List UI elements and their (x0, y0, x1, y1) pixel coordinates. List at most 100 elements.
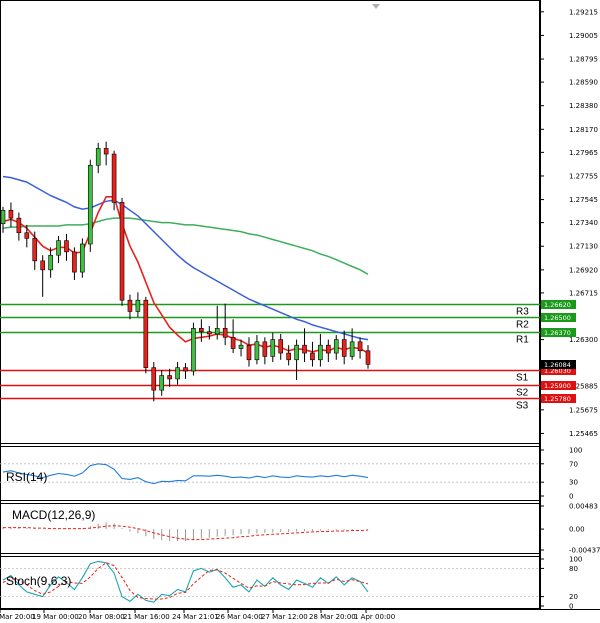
macd-tick-label: 0.00483 (569, 503, 598, 511)
price-tick-label: 1.25465 (569, 430, 598, 438)
price-tick-label: 1.28170 (569, 126, 598, 134)
candle (0, 206, 6, 233)
candle-body (349, 341, 355, 357)
candle-body (111, 153, 117, 203)
candle-body (151, 367, 157, 391)
candle-body (341, 339, 347, 357)
candle-body (8, 209, 14, 219)
candle-body (278, 339, 284, 354)
candle-body (357, 341, 363, 352)
time-tick-label: 24 Mar 21:01 (172, 613, 219, 621)
candle-body (40, 260, 45, 271)
time-tick-label: 20 Mar 08:00 (78, 613, 125, 621)
candle (286, 345, 291, 366)
price-tick-label: 1.27130 (569, 243, 598, 251)
stoch-label: Stoch(9,6,3) (6, 574, 71, 588)
candle-body (143, 299, 149, 368)
candle (357, 337, 363, 359)
candle-body (365, 350, 371, 365)
candle (151, 362, 157, 402)
candle (80, 238, 85, 278)
candle (246, 337, 252, 367)
candle-body (214, 328, 220, 335)
level-price-tag-text: 1.25900 (544, 382, 571, 390)
stoch-tick-label: 20 (569, 593, 578, 601)
candle-body (175, 367, 180, 380)
candle-body (230, 337, 236, 349)
candle (207, 326, 212, 340)
candle (72, 247, 77, 280)
candle-body (135, 299, 141, 312)
candle (143, 296, 149, 374)
candle (333, 335, 339, 360)
candle-body (199, 328, 204, 332)
ma-slow-line (2, 175, 369, 341)
candle (16, 212, 22, 241)
candle-body (310, 352, 315, 361)
macd-tick-label: 0.00 (569, 526, 585, 534)
candle (302, 328, 307, 363)
candle (135, 292, 141, 318)
candle (310, 341, 315, 367)
candle-body (159, 375, 164, 391)
candle-body (16, 217, 22, 234)
candle-body (24, 232, 30, 239)
price-tick-label: 1.29005 (569, 32, 598, 40)
rsi-tick-label: 70 (569, 460, 578, 468)
candles (0, 141, 371, 402)
ma-fast-line (2, 196, 369, 354)
level-price-tag-text: 1.25780 (544, 395, 571, 403)
candle (278, 333, 284, 360)
price-tick-label: 1.26715 (569, 289, 598, 297)
level-label-r2: R2 (516, 320, 529, 331)
candle-body (262, 341, 268, 357)
rsi-tick-label: 100 (569, 447, 582, 455)
candle (183, 363, 188, 379)
time-tick-label: 1 Apr 00:00 (354, 613, 395, 621)
candle (64, 233, 69, 261)
candle (103, 141, 109, 166)
current-price-text: 1.26084 (544, 361, 571, 369)
price-tick-label: 1.25675 (569, 406, 598, 414)
candle-body (95, 148, 101, 166)
candle-body (333, 339, 339, 354)
price-tick-label: 1.27340 (569, 219, 598, 227)
stoch-tick-label: 80 (569, 565, 578, 573)
candle-body (119, 202, 125, 301)
price-tick-label: 1.27545 (569, 196, 598, 204)
macd-tick-label: -0.004377 (569, 547, 600, 555)
candle (127, 294, 133, 320)
price-tick-label: 1.28380 (569, 102, 598, 110)
candle (318, 333, 323, 367)
price-tick-label: 1.28795 (569, 56, 598, 64)
candle-body (222, 328, 228, 338)
time-tick-label: 28 Mar 20:00 (309, 613, 356, 621)
candle (87, 159, 93, 252)
candle-body (32, 238, 38, 262)
price-tick-label: 1.26920 (569, 266, 598, 274)
candle-body (87, 164, 93, 245)
price-tick-label: 1.29215 (569, 8, 598, 16)
rsi-line (2, 463, 369, 485)
candle-body (294, 344, 299, 361)
level-price-tag-text: 1.26500 (544, 314, 571, 322)
candle (254, 335, 260, 365)
price-tick-label: 1.26300 (569, 336, 598, 344)
candle-body (238, 344, 244, 349)
level-label-r3: R3 (516, 307, 529, 318)
candle-body (183, 367, 188, 372)
rsi-label: RSI(14) (6, 470, 47, 484)
price-tick-label: 1.27965 (569, 149, 598, 157)
macd-label: MACD(12,26,9) (12, 508, 95, 522)
candle-body (127, 299, 133, 312)
rsi-tick-label: 0 (569, 493, 573, 501)
candle (119, 197, 125, 306)
candle (8, 202, 14, 228)
level-label-r1: R1 (516, 335, 529, 346)
candle (111, 150, 117, 211)
candle-body (167, 375, 172, 380)
price-tick-label: 1.27755 (569, 172, 598, 180)
candle (48, 247, 53, 278)
stoch-tick-label: 0 (569, 603, 573, 611)
stoch-tick-label: 100 (569, 556, 582, 564)
